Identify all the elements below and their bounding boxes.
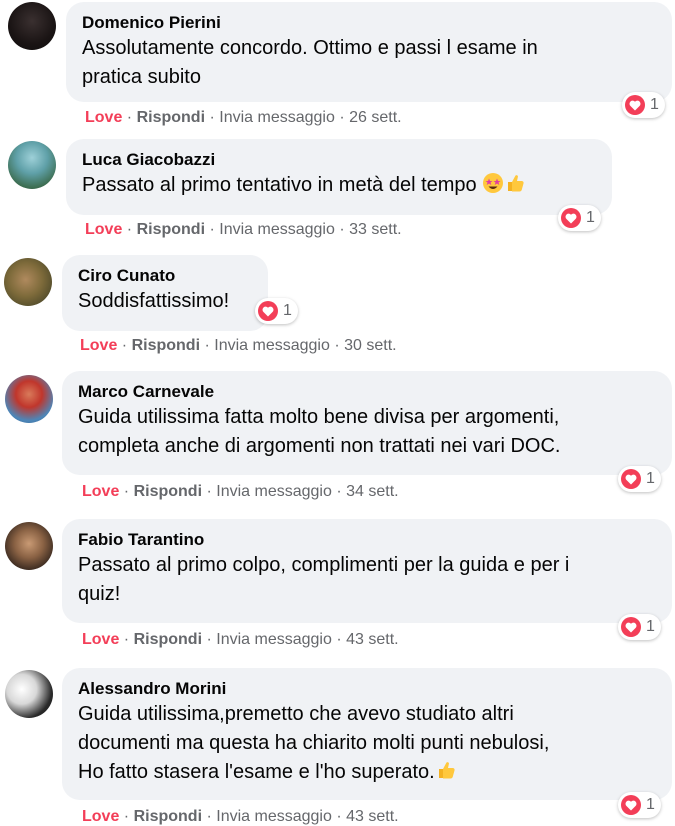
love-button[interactable]: Love — [85, 221, 122, 238]
comment-text: Passato al primo tentativo in metà del t… — [82, 171, 596, 203]
send-message-link[interactable]: Invia messaggio — [216, 631, 332, 648]
separator: · — [206, 483, 212, 500]
comment-actions: Love · Rispondi · Invia messaggio · 33 s… — [85, 221, 402, 239]
reply-button[interactable]: Rispondi — [134, 483, 202, 500]
separator: · — [209, 109, 215, 126]
love-reaction-icon — [561, 208, 581, 228]
comment-item: Marco Carnevale Guida utilissima fatta m… — [0, 370, 675, 510]
reaction-count: 1 — [586, 209, 595, 226]
separator: · — [123, 483, 130, 500]
separator: · — [339, 221, 345, 238]
separator: · — [334, 337, 340, 354]
comment-timestamp[interactable]: 34 sett. — [346, 483, 398, 500]
reply-button[interactable]: Rispondi — [132, 337, 200, 354]
love-reaction-icon — [621, 469, 641, 489]
love-reaction-icon — [625, 95, 645, 115]
star-struck-face-emoji — [482, 172, 504, 203]
comment-text: Passato al primo colpo, complimenti per … — [78, 554, 570, 605]
comment-bubble: Marco Carnevale Guida utilissima fatta m… — [62, 371, 672, 475]
separator: · — [121, 337, 128, 354]
thumbs-up-emoji — [504, 172, 526, 203]
separator: · — [209, 221, 215, 238]
comment-author[interactable]: Fabio Tarantino — [78, 529, 656, 551]
reply-button[interactable]: Rispondi — [134, 631, 202, 648]
send-message-link[interactable]: Invia messaggio — [216, 483, 332, 500]
reply-button[interactable]: Rispondi — [134, 808, 202, 825]
reaction-badge[interactable]: 1 — [622, 92, 665, 118]
love-reaction-icon — [621, 617, 641, 637]
avatar[interactable] — [5, 670, 53, 718]
send-message-link[interactable]: Invia messaggio — [219, 221, 335, 238]
separator: · — [123, 808, 130, 825]
reaction-count: 1 — [646, 796, 655, 813]
separator: · — [123, 631, 130, 648]
separator: · — [126, 221, 133, 238]
thumbs-up-emoji — [435, 759, 457, 790]
comment-author[interactable]: Luca Giacobazzi — [82, 149, 596, 171]
comment-actions: Love · Rispondi · Invia messaggio · 26 s… — [85, 109, 402, 127]
love-reaction-icon — [621, 795, 641, 815]
avatar[interactable] — [5, 375, 53, 423]
comment-actions: Love · Rispondi · Invia messaggio · 30 s… — [80, 337, 397, 355]
avatar[interactable] — [5, 522, 53, 570]
comment-text: Guida utilissima fatta molto bene divisa… — [78, 406, 561, 457]
love-button[interactable]: Love — [80, 337, 117, 354]
reaction-count: 1 — [646, 618, 655, 635]
send-message-link[interactable]: Invia messaggio — [216, 808, 332, 825]
reaction-badge[interactable]: 1 — [618, 614, 661, 640]
comment-bubble: Domenico Pierini Assolutamente concordo.… — [66, 2, 672, 102]
comment-item: Fabio Tarantino Passato al primo colpo, … — [0, 518, 675, 658]
comment-timestamp[interactable]: 26 sett. — [349, 109, 401, 126]
comment-text: Assolutamente concordo. Ottimo e passi l… — [82, 37, 538, 88]
comment-author[interactable]: Marco Carnevale — [78, 381, 656, 403]
comment-item: Domenico Pierini Assolutamente concordo.… — [0, 0, 675, 130]
love-reaction-icon — [258, 301, 278, 321]
comment-item: Ciro Cunato Soddisfattissimo! 1 Love · R… — [0, 254, 675, 364]
avatar[interactable] — [8, 2, 56, 50]
separator: · — [126, 109, 133, 126]
reaction-count: 1 — [646, 470, 655, 487]
separator: · — [204, 337, 210, 354]
comment-item: Luca Giacobazzi Passato al primo tentati… — [0, 138, 675, 248]
comment-bubble: Fabio Tarantino Passato al primo colpo, … — [62, 519, 672, 623]
comment-timestamp[interactable]: 30 sett. — [344, 337, 396, 354]
comment-item: Alessandro Morini Guida utilissima,preme… — [0, 666, 675, 826]
comment-author[interactable]: Domenico Pierini — [82, 12, 656, 34]
reply-button[interactable]: Rispondi — [137, 221, 205, 238]
love-button[interactable]: Love — [82, 483, 119, 500]
reaction-badge[interactable]: 1 — [618, 792, 661, 818]
reaction-count: 1 — [283, 302, 292, 319]
love-button[interactable]: Love — [82, 631, 119, 648]
separator: · — [336, 483, 342, 500]
comment-bubble: Ciro Cunato Soddisfattissimo! — [62, 255, 268, 331]
reaction-count: 1 — [650, 96, 659, 113]
comment-actions: Love · Rispondi · Invia messaggio · 43 s… — [82, 808, 399, 826]
separator: · — [206, 631, 212, 648]
separator: · — [206, 808, 212, 825]
comment-actions: Love · Rispondi · Invia messaggio · 43 s… — [82, 631, 399, 649]
comment-bubble: Alessandro Morini Guida utilissima,preme… — [62, 668, 672, 800]
comment-actions: Love · Rispondi · Invia messaggio · 34 s… — [82, 483, 399, 501]
comment-timestamp[interactable]: 43 sett. — [346, 808, 398, 825]
comment-author[interactable]: Ciro Cunato — [78, 265, 252, 287]
comment-timestamp[interactable]: 33 sett. — [349, 221, 401, 238]
comment-text: Soddisfattissimo! — [78, 290, 230, 312]
avatar[interactable] — [8, 141, 56, 189]
send-message-link[interactable]: Invia messaggio — [219, 109, 335, 126]
comment-text: Guida utilissima,premetto che avevo stud… — [78, 700, 656, 790]
comment-timestamp[interactable]: 43 sett. — [346, 631, 398, 648]
separator: · — [339, 109, 345, 126]
reaction-badge[interactable]: 1 — [618, 466, 661, 492]
love-button[interactable]: Love — [82, 808, 119, 825]
separator: · — [336, 808, 342, 825]
avatar[interactable] — [4, 258, 52, 306]
reply-button[interactable]: Rispondi — [137, 109, 205, 126]
separator: · — [336, 631, 342, 648]
comment-author[interactable]: Alessandro Morini — [78, 678, 656, 700]
comment-bubble: Luca Giacobazzi Passato al primo tentati… — [66, 139, 612, 215]
reaction-badge[interactable]: 1 — [255, 298, 298, 324]
reaction-badge[interactable]: 1 — [558, 205, 601, 231]
send-message-link[interactable]: Invia messaggio — [214, 337, 330, 354]
love-button[interactable]: Love — [85, 109, 122, 126]
